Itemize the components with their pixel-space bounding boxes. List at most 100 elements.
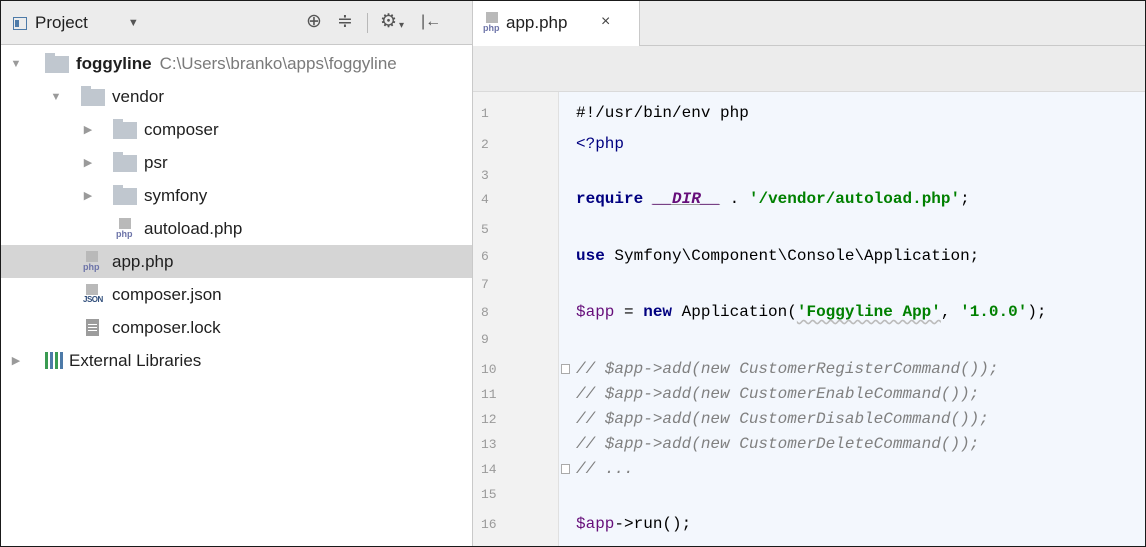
folder-icon bbox=[45, 53, 69, 73]
tree-item-label: composer.lock bbox=[112, 317, 221, 337]
tree-item-composer-json[interactable]: JSON composer.json bbox=[1, 278, 472, 311]
tab-label: app.php bbox=[506, 13, 568, 32]
folder-icon bbox=[81, 86, 105, 106]
tree-item-label: app.php bbox=[112, 251, 174, 271]
code-text: // $app->add(new CustomerRegisterCommand… bbox=[576, 360, 999, 378]
line-number: 6 bbox=[481, 249, 489, 264]
code-line: 14 // ... bbox=[473, 458, 1145, 481]
folder-icon bbox=[113, 152, 137, 172]
code-line: 3 bbox=[473, 164, 1145, 187]
expand-arrow-icon[interactable]: ▶ bbox=[81, 123, 95, 136]
tree-item-label: psr bbox=[144, 152, 168, 172]
code-text: use Symfony\Component\Console\Applicatio… bbox=[576, 247, 980, 265]
collapse-all-icon[interactable]: ≑ bbox=[337, 11, 353, 33]
fold-marker-icon[interactable] bbox=[561, 464, 570, 474]
chevron-down-icon: ▼ bbox=[127, 17, 139, 29]
hide-panel-icon[interactable]: |← bbox=[421, 11, 441, 33]
tree-item-composer-lock[interactable]: composer.lock bbox=[1, 311, 472, 344]
code-line: 11 // $app->add(new CustomerEnableComman… bbox=[473, 383, 1145, 406]
tree-item-external-libraries[interactable]: ▶ External Libraries bbox=[1, 344, 472, 377]
locate-icon[interactable]: ⊕ bbox=[306, 11, 322, 33]
line-number: 3 bbox=[481, 168, 489, 183]
json-file-icon: JSON bbox=[83, 284, 103, 305]
line-number: 11 bbox=[481, 387, 497, 402]
line-number: 12 bbox=[481, 412, 497, 427]
project-toolbar: Project ▼ ⊕ ≑ ⚙ ▾ |← bbox=[1, 1, 472, 45]
tree-item-label: composer bbox=[144, 119, 219, 139]
code-line: 16 $app->run(); bbox=[473, 513, 1145, 536]
project-view-selector[interactable]: Project ▼ bbox=[13, 13, 139, 33]
line-number: 10 bbox=[481, 362, 497, 377]
code-text: $app = new Application('Foggyline App', … bbox=[576, 303, 1047, 321]
code-line: 9 bbox=[473, 328, 1145, 351]
code-text: // $app->add(new CustomerEnableCommand()… bbox=[576, 385, 980, 403]
editor-tab-bar: php app.php × bbox=[473, 1, 1145, 46]
tree-item-label: autoload.php bbox=[144, 218, 243, 238]
code-line: 10 // $app->add(new CustomerRegisterComm… bbox=[473, 358, 1145, 381]
line-number: 4 bbox=[481, 192, 489, 207]
line-number: 7 bbox=[481, 277, 489, 292]
code-line: 13 // $app->add(new CustomerDeleteComman… bbox=[473, 433, 1145, 456]
line-number: 8 bbox=[481, 305, 489, 320]
code-text: // $app->add(new CustomerDisableCommand(… bbox=[576, 410, 989, 428]
code-text: // ... bbox=[576, 460, 634, 478]
expand-arrow-icon[interactable]: ▶ bbox=[81, 189, 95, 202]
line-number: 5 bbox=[481, 222, 489, 237]
project-icon bbox=[13, 16, 27, 30]
expand-arrow-icon[interactable]: ▶ bbox=[81, 156, 95, 169]
code-line: 4 require __DIR__ . '/vendor/autoload.ph… bbox=[473, 188, 1145, 211]
close-icon[interactable]: × bbox=[601, 13, 610, 31]
code-line: 12 // $app->add(new CustomerDisableComma… bbox=[473, 408, 1145, 431]
tree-item-app-php[interactable]: php app.php bbox=[1, 245, 472, 278]
tree-item-psr[interactable]: ▶ psr bbox=[1, 146, 472, 179]
code-text: <?php bbox=[576, 135, 625, 153]
code-line: 2 <?php bbox=[473, 133, 1145, 156]
fold-marker-icon[interactable] bbox=[561, 364, 570, 374]
php-file-icon: php bbox=[483, 12, 502, 33]
expand-arrow-icon[interactable]: ▶ bbox=[9, 354, 23, 367]
tree-item-foggyline[interactable]: ▼ foggyline C:\Users\branko\apps\foggylin… bbox=[1, 47, 472, 80]
tree-item-label: composer.json bbox=[112, 284, 222, 304]
tree-item-label: External Libraries bbox=[69, 350, 202, 370]
code-line: 5 bbox=[473, 218, 1145, 241]
code-line: 7 bbox=[473, 273, 1145, 296]
code-text: #!/usr/bin/env php bbox=[576, 104, 749, 122]
line-number: 2 bbox=[481, 137, 489, 152]
code-line: 1 #!/usr/bin/env php bbox=[473, 102, 1145, 125]
code-text: $app->run(); bbox=[576, 515, 692, 533]
tab-app-php[interactable]: php app.php × bbox=[473, 1, 640, 46]
line-number: 1 bbox=[481, 106, 489, 121]
code-line: 8 $app = new Application('Foggyline App'… bbox=[473, 301, 1145, 324]
tree-item-autoload-php[interactable]: php autoload.php bbox=[1, 212, 472, 245]
php-file-icon: php bbox=[116, 218, 135, 239]
line-number: 16 bbox=[481, 517, 497, 532]
code-line: 15 bbox=[473, 483, 1145, 506]
tree-item-symfony[interactable]: ▶ symfony bbox=[1, 179, 472, 212]
line-number: 13 bbox=[481, 437, 497, 452]
code-text: require __DIR__ . '/vendor/autoload.php'… bbox=[576, 190, 970, 208]
line-number: 14 bbox=[481, 462, 497, 477]
code-text: // $app->add(new CustomerDeleteCommand()… bbox=[576, 435, 980, 453]
folder-icon bbox=[113, 119, 137, 139]
tree-item-path: C:\Users\branko\apps\foggyline bbox=[159, 53, 397, 73]
tree-item-label: foggyline bbox=[76, 53, 152, 73]
text-file-icon bbox=[86, 319, 99, 336]
project-panel: Project ▼ ⊕ ≑ ⚙ ▾ |← ▼ foggyline C:\Users… bbox=[1, 1, 473, 546]
expand-arrow-icon[interactable]: ▼ bbox=[49, 91, 63, 103]
toolbar-separator bbox=[367, 13, 368, 33]
php-file-icon: php bbox=[83, 251, 102, 272]
expand-arrow-icon[interactable]: ▼ bbox=[9, 58, 23, 70]
gear-dropdown-icon[interactable]: ▾ bbox=[399, 15, 404, 37]
library-icon bbox=[45, 352, 63, 369]
tree-item-label: vendor bbox=[112, 86, 164, 106]
tree-item-composer[interactable]: ▶ composer bbox=[1, 113, 472, 146]
folder-icon bbox=[113, 185, 137, 205]
project-title: Project bbox=[35, 13, 88, 32]
tree-item-vendor[interactable]: ▼ vendor bbox=[1, 80, 472, 113]
tree-item-label: symfony bbox=[144, 185, 208, 205]
code-line: 6 use Symfony\Component\Console\Applicat… bbox=[473, 245, 1145, 268]
line-number: 15 bbox=[481, 487, 497, 502]
ide-window: Project ▼ ⊕ ≑ ⚙ ▾ |← ▼ foggyline C:\Users… bbox=[0, 0, 1146, 547]
gear-icon[interactable]: ⚙ bbox=[380, 11, 397, 33]
line-number: 9 bbox=[481, 332, 489, 347]
